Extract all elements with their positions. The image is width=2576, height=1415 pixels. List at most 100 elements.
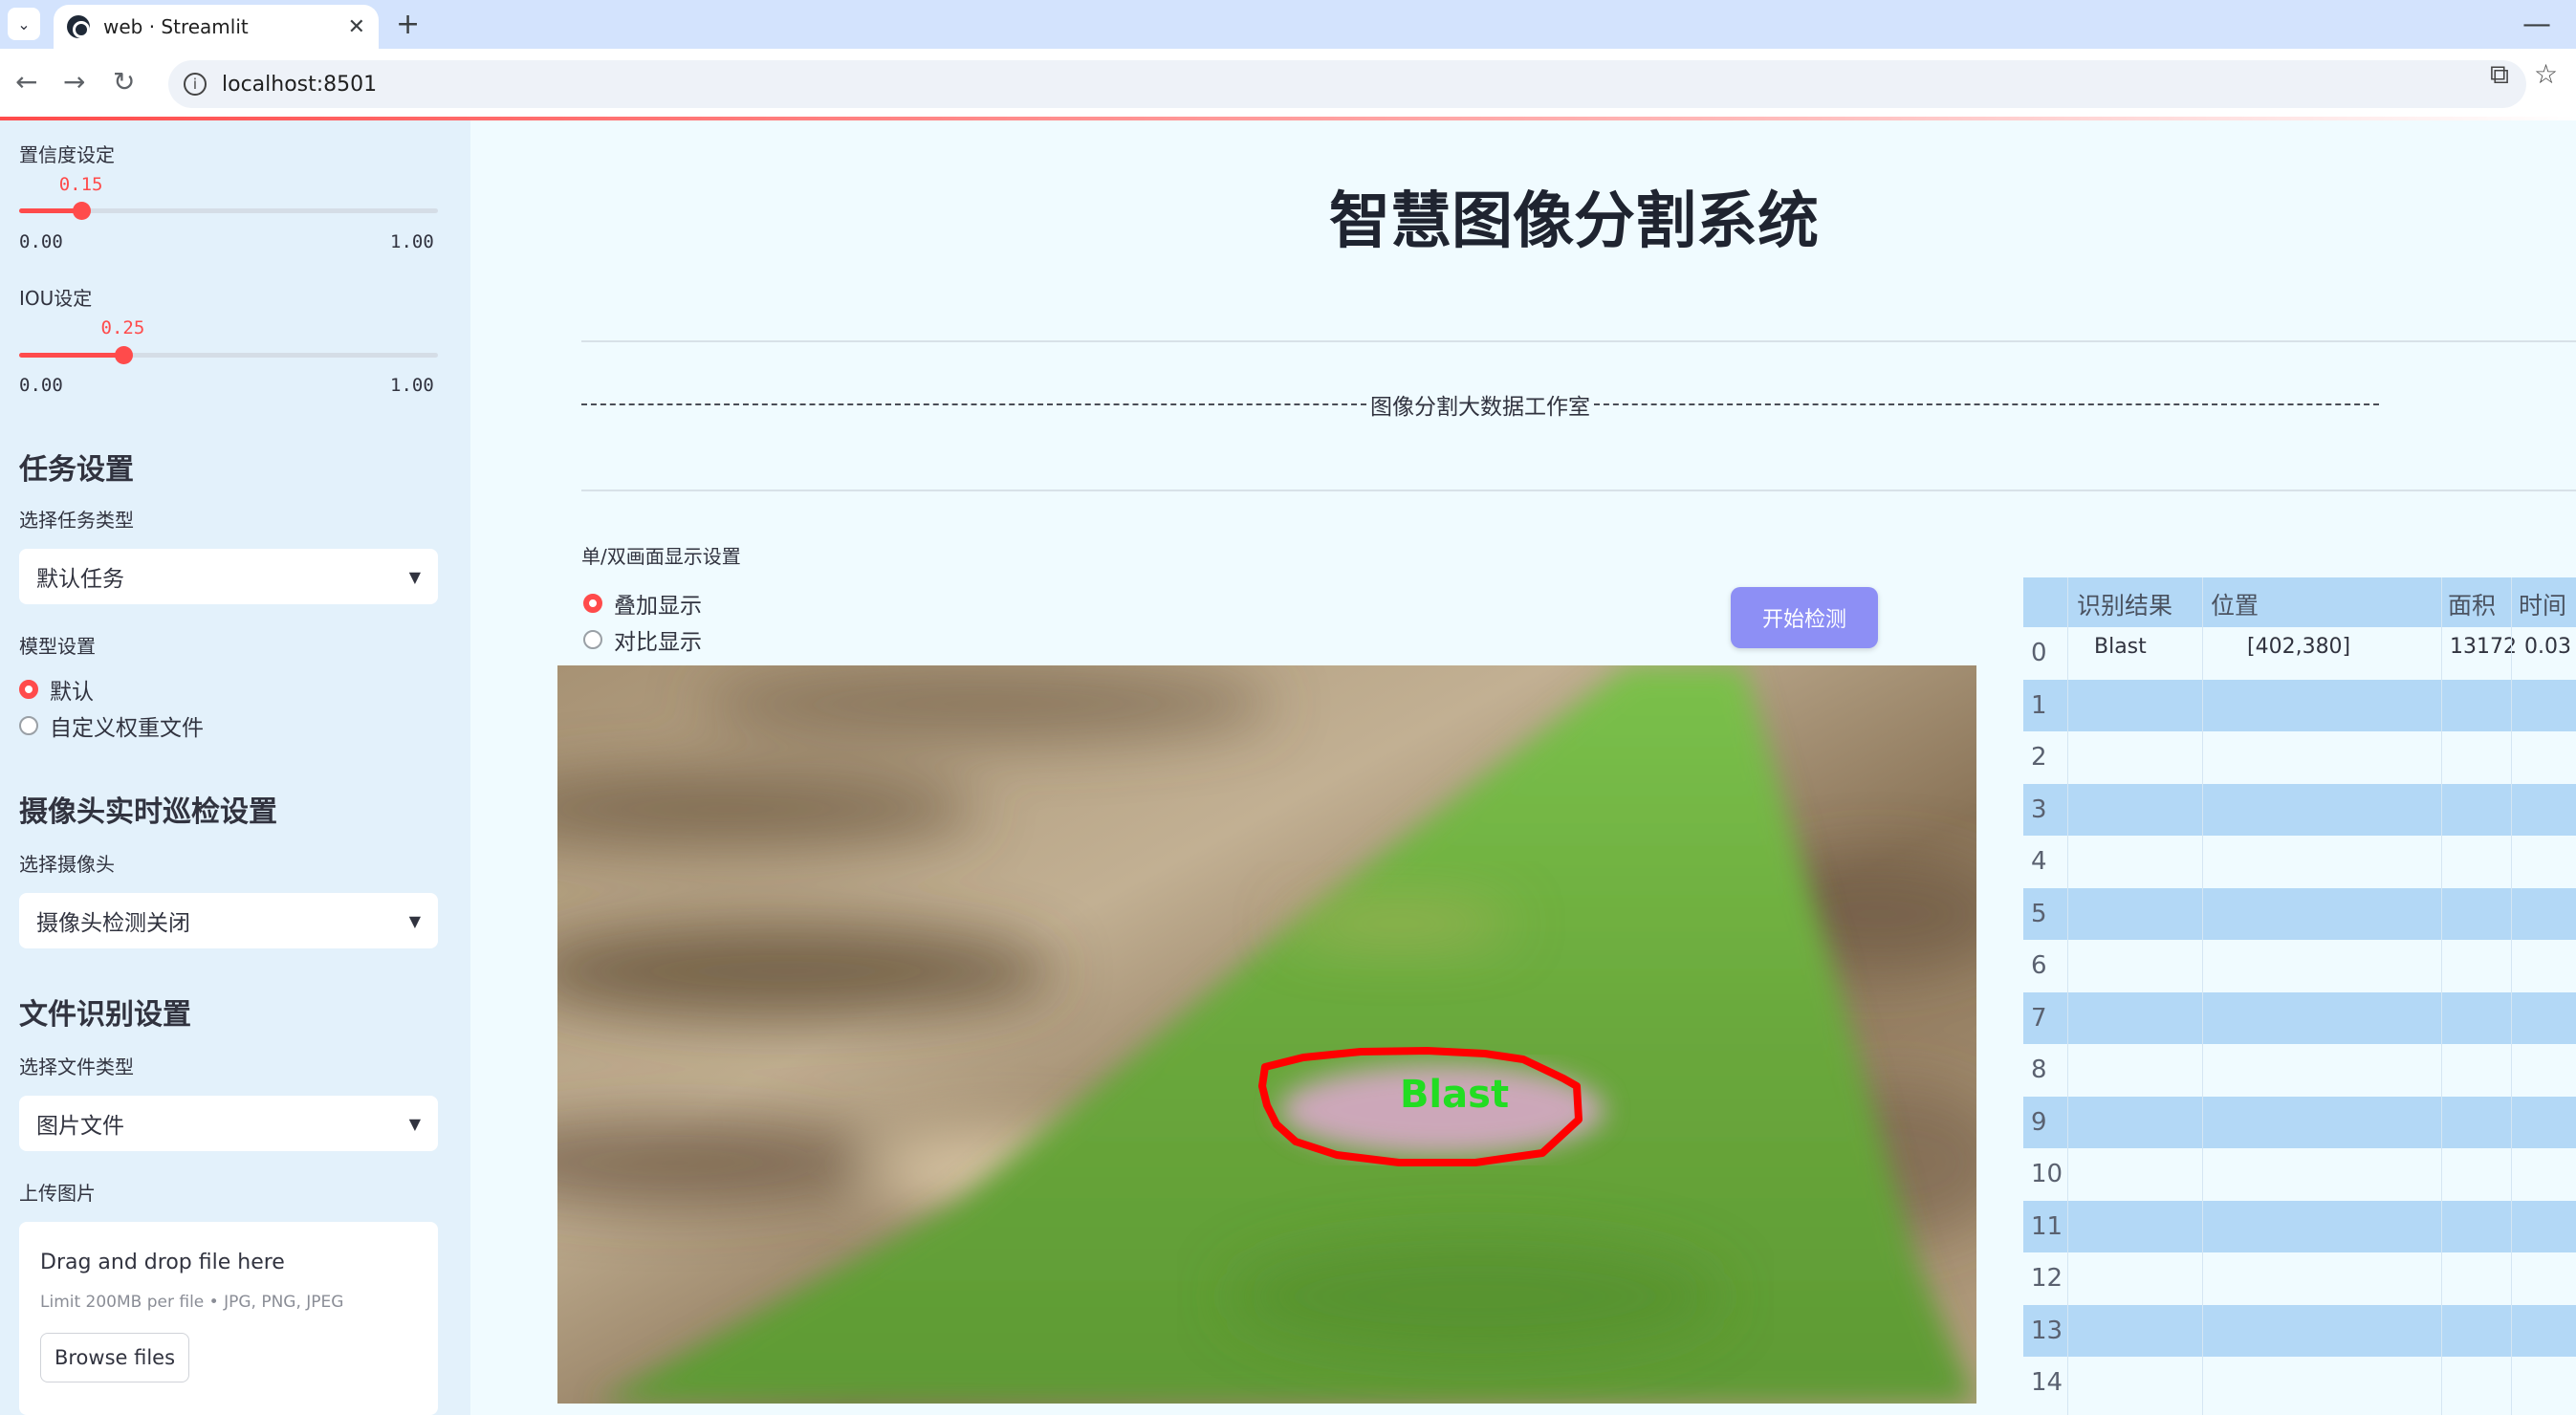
back-arrow-icon[interactable]: ←: [15, 66, 37, 98]
confidence-slider-thumb[interactable]: [73, 202, 92, 220]
row-index: 3: [2031, 795, 2047, 824]
task-section-heading: 任务设置: [19, 453, 134, 487]
confidence-max: 1.00: [390, 231, 434, 252]
iou-min: 0.00: [19, 375, 63, 396]
iou-max: 1.00: [390, 375, 434, 396]
iou-slider-fill: [19, 353, 124, 358]
table-row[interactable]: 14: [2023, 1357, 2576, 1409]
row-index: 10: [2031, 1160, 2063, 1188]
table-row[interactable]: 10: [2023, 1148, 2576, 1201]
display-option-overlay[interactable]: 叠加显示: [583, 587, 702, 620]
table-row[interactable]: 12: [2023, 1252, 2576, 1305]
new-tab-plus-icon[interactable]: +: [396, 8, 420, 41]
confidence-slider[interactable]: [19, 202, 438, 220]
camera-label: 选择摄像头: [19, 853, 115, 876]
table-row[interactable]: 13: [2023, 1304, 2576, 1357]
display-option-compare[interactable]: 对比显示: [583, 623, 702, 656]
iou-slider-thumb[interactable]: [115, 346, 133, 364]
column-separator: [2441, 577, 2442, 1415]
table-row[interactable]: 3: [2023, 783, 2576, 836]
column-header-time[interactable]: 时间: [2519, 587, 2566, 621]
table-row[interactable]: 9: [2023, 1096, 2576, 1148]
banner: 图像分割大数据工作室: [581, 388, 2379, 421]
reload-icon[interactable]: ↻: [113, 66, 135, 98]
table-row[interactable]: 7: [2023, 991, 2576, 1044]
file-type-select[interactable]: 图片文件 ▼: [19, 1096, 438, 1151]
iou-slider[interactable]: [19, 346, 438, 364]
task-type-value: 默认任务: [36, 567, 124, 592]
close-icon[interactable]: ✕: [348, 15, 365, 39]
camera-section-heading: 摄像头实时巡检设置: [19, 795, 277, 829]
result-table: 0 Blast [402,380] 13172 0.03 1 2 3 4 5 6 7 8 9 10 11 12 1…: [2023, 577, 2576, 1415]
camera-select[interactable]: 摄像头检测关闭 ▼: [19, 893, 438, 948]
row-index: 7: [2031, 1003, 2047, 1033]
radio-icon: [583, 630, 602, 649]
row-index: 14: [2031, 1368, 2063, 1397]
model-option-label: 默认: [50, 680, 94, 705]
table-row[interactable]: 6: [2023, 940, 2576, 992]
chevron-down-icon: ▼: [408, 1114, 421, 1133]
iou-value: 0.25: [100, 317, 145, 338]
column-header-result[interactable]: 识别结果: [2077, 587, 2172, 621]
table-row[interactable]: 2: [2023, 731, 2576, 784]
browser-tab[interactable]: web · Streamlit ✕: [54, 5, 379, 49]
task-type-select[interactable]: 默认任务 ▼: [19, 549, 438, 604]
row-index: 6: [2031, 951, 2047, 980]
task-type-label: 选择任务类型: [19, 509, 134, 532]
radio-icon: [19, 680, 38, 699]
row-index: 4: [2031, 847, 2047, 876]
model-option-default[interactable]: 默认: [19, 673, 94, 706]
bookmark-star-icon[interactable]: ☆: [2534, 58, 2558, 90]
row-index: 12: [2031, 1264, 2063, 1293]
translate-icon[interactable]: ⧉: [2490, 58, 2509, 91]
cell-position: [402,380]: [2247, 635, 2351, 659]
column-header-position[interactable]: 位置: [2211, 587, 2259, 621]
camera-value: 摄像头检测关闭: [36, 911, 190, 936]
file-uploader-dropzone[interactable]: Drag and drop file here Limit 200MB per …: [19, 1222, 438, 1415]
chevron-down-icon: ⌄: [17, 14, 31, 33]
confidence-min: 0.00: [19, 231, 63, 252]
table-row[interactable]: 0 Blast [402,380] 13172 0.03: [2023, 627, 2576, 680]
confidence-label: 置信度设定: [19, 143, 115, 166]
display-option-label: 对比显示: [614, 630, 702, 655]
row-index: 1: [2031, 690, 2047, 720]
table-row[interactable]: 8: [2023, 1044, 2576, 1097]
row-index: 13: [2031, 1316, 2063, 1345]
table-row[interactable]: 11: [2023, 1200, 2576, 1252]
model-option-label: 自定义权重文件: [50, 716, 204, 741]
radio-icon: [19, 716, 38, 735]
minimize-icon[interactable]: —: [2522, 8, 2551, 41]
row-index: 9: [2031, 1107, 2047, 1137]
chevron-down-icon: ▼: [408, 567, 421, 586]
browser-tab-strip: ⌄ web · Streamlit ✕ + —: [0, 0, 2576, 49]
row-index: 8: [2031, 1056, 2047, 1084]
model-label: 模型设置: [19, 635, 96, 658]
table-row[interactable]: 1: [2023, 679, 2576, 731]
address-bar: ← → ↻ i localhost:8501 ⧉ ☆: [0, 49, 2576, 120]
iou-label: IOU设定: [19, 287, 93, 310]
column-separator: [2202, 577, 2203, 1415]
row-index: 2: [2031, 743, 2047, 772]
site-info-icon[interactable]: i: [184, 73, 207, 96]
table-row[interactable]: 5: [2023, 887, 2576, 940]
browse-files-button[interactable]: Browse files: [40, 1333, 189, 1382]
dash-line: [1594, 403, 2379, 405]
start-detection-button[interactable]: 开始检测: [1731, 587, 1878, 648]
leaf-image: Blast: [557, 665, 1976, 1404]
confidence-value: 0.15: [58, 174, 103, 195]
column-header-area[interactable]: 面积: [2448, 587, 2496, 621]
chevron-down-icon: ▼: [408, 911, 421, 930]
url-field[interactable]: i localhost:8501: [168, 60, 2526, 108]
table-row[interactable]: 4: [2023, 836, 2576, 888]
file-type-label: 选择文件类型: [19, 1056, 134, 1078]
tab-search-button[interactable]: ⌄: [8, 8, 40, 40]
column-separator: [2511, 577, 2512, 1415]
model-option-custom[interactable]: 自定义权重文件: [19, 709, 204, 742]
detection-image: Blast: [557, 665, 1976, 1404]
forward-arrow-icon[interactable]: →: [63, 66, 85, 98]
tab-title: web · Streamlit: [103, 15, 249, 38]
divider: [581, 340, 2576, 342]
file-section-heading: 文件识别设置: [19, 998, 191, 1032]
streamlit-favicon-icon: [67, 15, 90, 38]
row-index: 11: [2031, 1211, 2063, 1241]
